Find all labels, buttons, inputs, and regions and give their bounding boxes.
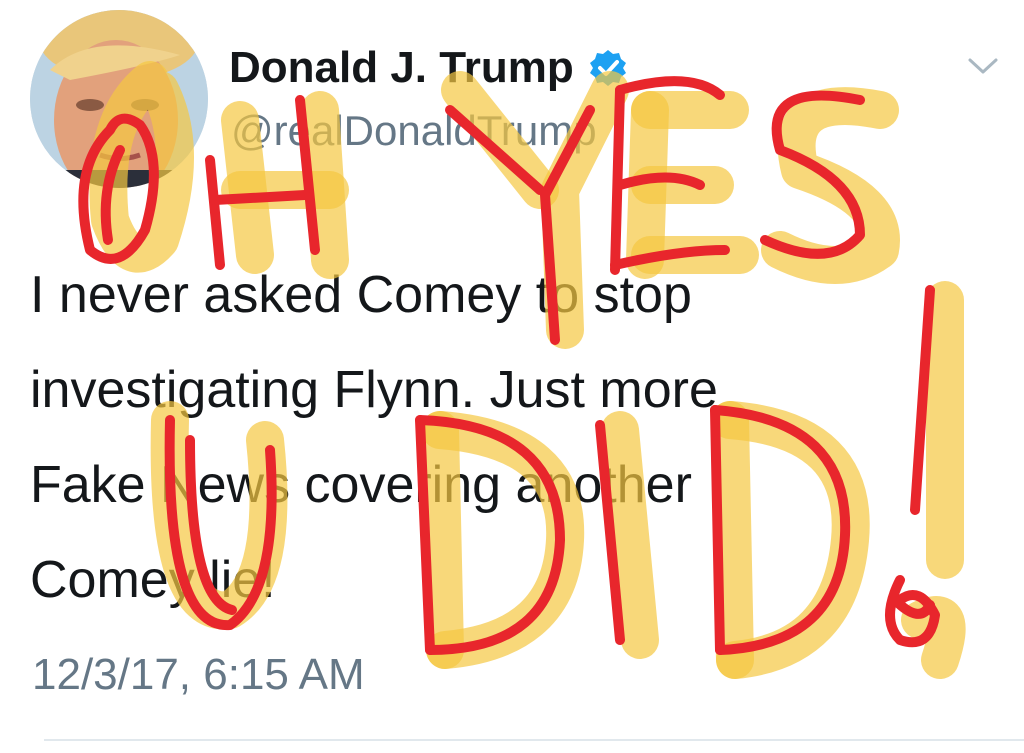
user-handle[interactable]: @realDonaldTrump (231, 107, 597, 155)
tweet-text-line: I never asked Comey to stop (30, 266, 692, 324)
chevron-down-icon[interactable] (966, 52, 1000, 80)
tweet-text-line: investigating Flynn. Just more (30, 361, 718, 419)
display-name[interactable]: Donald J. Trump (229, 43, 574, 93)
profile-photo (30, 10, 208, 188)
tweet-text-line: Fake News covering another (30, 456, 692, 514)
tweet-text-line: Comey lie! (30, 551, 276, 609)
verified-badge-icon (588, 48, 628, 88)
divider (44, 739, 1024, 741)
tweet-card: Donald J. Trump @realDonaldTrump I never… (0, 0, 1024, 753)
tweet-text: I never asked Comey to stop investigatin… (30, 248, 930, 628)
author-row: Donald J. Trump (229, 42, 628, 94)
timestamp[interactable]: 12/3/17, 6:15 AM (32, 650, 365, 700)
avatar[interactable] (30, 10, 208, 188)
